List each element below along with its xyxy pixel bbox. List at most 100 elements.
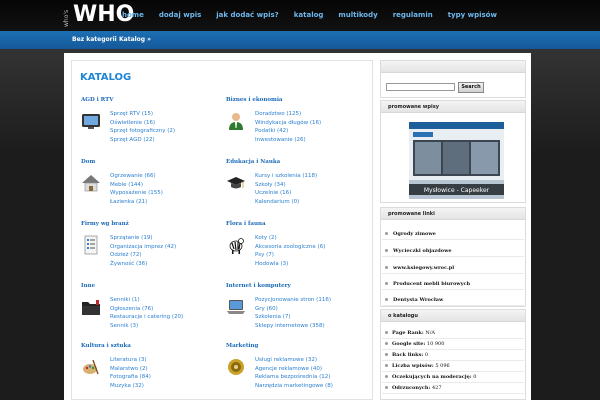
top-navigation-bar: who's WHO home dodaj wpis jak dodać wpis… xyxy=(0,0,600,31)
nav-add-entry[interactable]: dodaj wpis xyxy=(159,11,201,19)
subcategory-link[interactable]: Podatki (42) xyxy=(255,127,321,136)
bullet-icon xyxy=(385,298,388,301)
subcategory-link[interactable]: Ogrzewanie (66) xyxy=(110,172,163,181)
nav-entry-types[interactable]: typy wpisów xyxy=(448,11,497,19)
category-title[interactable]: Flora i fauna xyxy=(226,221,366,227)
category-home: Dom Ogrzewanie (66) Meble (144) Wyposaże… xyxy=(81,159,221,205)
category-title[interactable]: Biznes i ekonomia xyxy=(226,97,366,103)
subcategory-link[interactable]: Szkoły (34) xyxy=(255,181,317,190)
category-other: Inne Senniki (1) Ogłoszenia (76) Restaur… xyxy=(81,283,221,329)
category-culture: Kultura i sztuka Literatura (3) Malarstw… xyxy=(81,343,221,389)
category-title[interactable]: Firmy wg branż xyxy=(81,221,221,227)
promoted-link[interactable]: Ogrody zimowe xyxy=(382,228,524,240)
subcategory-link[interactable]: Oświetlenie (16) xyxy=(110,119,175,128)
category-title[interactable]: Edukacja i Nauka xyxy=(226,159,366,165)
bullet-icon xyxy=(385,232,388,235)
bullet-icon xyxy=(385,342,388,345)
bullet-icon xyxy=(385,353,388,356)
subcategory-link[interactable]: Sprzęt RTV (15) xyxy=(110,110,175,119)
promoted-link-label: Ogrody zimowe xyxy=(393,231,436,237)
subcategory-link[interactable]: Inwestowanie (26) xyxy=(255,136,321,145)
art-tools-icon xyxy=(83,359,99,375)
subcategory-link[interactable]: Akcesoria zoologiczne (6) xyxy=(255,243,325,252)
stat-row: Liczba wpisów: 5 096 xyxy=(382,361,524,372)
nav-how-to-add[interactable]: jak dodać wpis? xyxy=(216,11,278,19)
subcategory-link[interactable]: Gry (60) xyxy=(255,305,331,314)
subcategory-link[interactable]: Windykacja długów (16) xyxy=(255,119,321,128)
subcategory-link[interactable]: Koty (2) xyxy=(255,234,325,243)
category-title[interactable]: Marketing xyxy=(226,343,366,349)
laptop-icon xyxy=(227,300,245,314)
promoted-links-title: promowane linki xyxy=(381,208,525,220)
bullet-icon xyxy=(385,266,388,269)
stat-label: Odrzuconych: xyxy=(392,385,431,391)
breadcrumb-uncategorized[interactable]: Bez kategorii xyxy=(72,36,117,43)
bullet-icon xyxy=(385,386,388,389)
subcategory-link[interactable]: Wyposażenie (155) xyxy=(110,189,163,198)
category-title[interactable]: Kultura i sztuka xyxy=(81,343,221,349)
nav-rules[interactable]: regulamin xyxy=(393,11,433,19)
promoted-post-thumbnail[interactable]: Mysłowice - Capeeker xyxy=(409,122,504,199)
subcategory-link[interactable]: Ogłoszenia (76) xyxy=(110,305,183,314)
search-input[interactable] xyxy=(386,83,455,91)
category-title[interactable]: Inne xyxy=(81,283,221,289)
subcategory-link[interactable]: Reklama bezpośrednia (12) xyxy=(255,373,333,382)
tv-icon xyxy=(82,114,100,129)
promoted-link-label: Wycieczki objazdowe xyxy=(393,248,452,254)
subcategory-link[interactable]: Meble (144) xyxy=(110,181,163,190)
subcategory-link[interactable]: Senniki (1) xyxy=(110,296,183,305)
breadcrumb-catalog[interactable]: Katalog » xyxy=(119,36,151,43)
subcategory-link[interactable]: Sprzęt fotograficzny (2) xyxy=(110,127,175,136)
subcategory-link[interactable]: Kursy i szkolenia (118) xyxy=(255,172,317,181)
subcategory-link[interactable]: Agencje reklamowe (40) xyxy=(255,365,333,374)
bullet-icon xyxy=(385,331,388,334)
promoted-link-label: Dentysta Wrocław xyxy=(393,297,444,303)
category-title[interactable]: AGD i RTV xyxy=(81,97,221,103)
subcategory-link[interactable]: Fotografia (84) xyxy=(110,373,151,382)
graduation-cap-icon xyxy=(227,177,245,189)
folder-icon xyxy=(82,300,100,315)
promoted-link[interactable]: www.ksiegowy.wroc.pl xyxy=(382,262,524,274)
subcategory-link[interactable]: Sennik (3) xyxy=(110,322,183,331)
category-title[interactable]: Internet i komputery xyxy=(226,283,366,289)
promoted-link[interactable]: Wycieczki objazdowe xyxy=(382,245,524,257)
subcategory-link[interactable]: Sprzątanie (19) xyxy=(110,234,176,243)
promoted-link[interactable]: Dentysta Wrocław xyxy=(382,294,524,306)
category-internet: Internet i komputery Pozycjonowanie stro… xyxy=(226,283,366,329)
subcategory-link[interactable]: Sklepy internetowe (358) xyxy=(255,322,331,331)
subcategory-link[interactable]: Muzyka (32) xyxy=(110,382,151,391)
logo-small-text: who's xyxy=(63,9,70,27)
bullet-icon xyxy=(385,282,388,285)
stat-row: Odrzuconych: 427 xyxy=(382,383,524,394)
subcategory-link[interactable]: Malarstwo (2) xyxy=(110,365,151,374)
nav-catalog[interactable]: katalog xyxy=(294,11,324,19)
search-widget-header xyxy=(381,61,525,73)
subcategory-link[interactable]: Psy (7) xyxy=(255,251,325,260)
subcategory-link[interactable]: Sprzęt AGD (22) xyxy=(110,136,175,145)
nav-multicodes[interactable]: multikody xyxy=(338,11,377,19)
subcategory-link[interactable]: Organizacja imprez (42) xyxy=(110,243,176,252)
subcategory-link[interactable]: Łazienka (21) xyxy=(110,198,163,207)
subcategory-link[interactable]: Literatura (3) xyxy=(110,356,151,365)
page-title: KATALOG xyxy=(80,72,132,83)
promoted-link-label: www.ksiegowy.wroc.pl xyxy=(393,265,455,271)
nav-home[interactable]: home xyxy=(122,11,144,19)
subcategory-link[interactable]: Narzędzia marketingowe (8) xyxy=(255,382,333,391)
category-title[interactable]: Dom xyxy=(81,159,221,165)
stat-row: Page Rank: N/A xyxy=(382,328,524,339)
subcategory-link[interactable]: Pozycjonowanie stron (116) xyxy=(255,296,331,305)
subcategory-link[interactable]: Usługi reklamowe (32) xyxy=(255,356,333,365)
bullet-icon xyxy=(385,375,388,378)
subcategory-link[interactable]: Restauracje i catering (20) xyxy=(110,313,183,322)
stat-value: 10 900 xyxy=(426,341,445,347)
promoted-link[interactable]: Producent mebli biurowych xyxy=(382,278,524,290)
subcategory-link[interactable]: Odzież (72) xyxy=(110,251,176,260)
breadcrumb: Bez kategorii Katalog » xyxy=(0,31,600,49)
subcategory-link[interactable]: Doradztwo (125) xyxy=(255,110,321,119)
subcategory-link[interactable]: Szkolenia (7) xyxy=(255,313,331,322)
search-button[interactable]: Search xyxy=(458,82,484,93)
subcategory-link[interactable]: Uczelnie (16) xyxy=(255,189,317,198)
subcategory-link[interactable]: Hodowla (3) xyxy=(255,260,325,269)
subcategory-link[interactable]: Żywność (36) xyxy=(110,260,176,269)
subcategory-link[interactable]: Kalendarium (0) xyxy=(255,198,317,207)
